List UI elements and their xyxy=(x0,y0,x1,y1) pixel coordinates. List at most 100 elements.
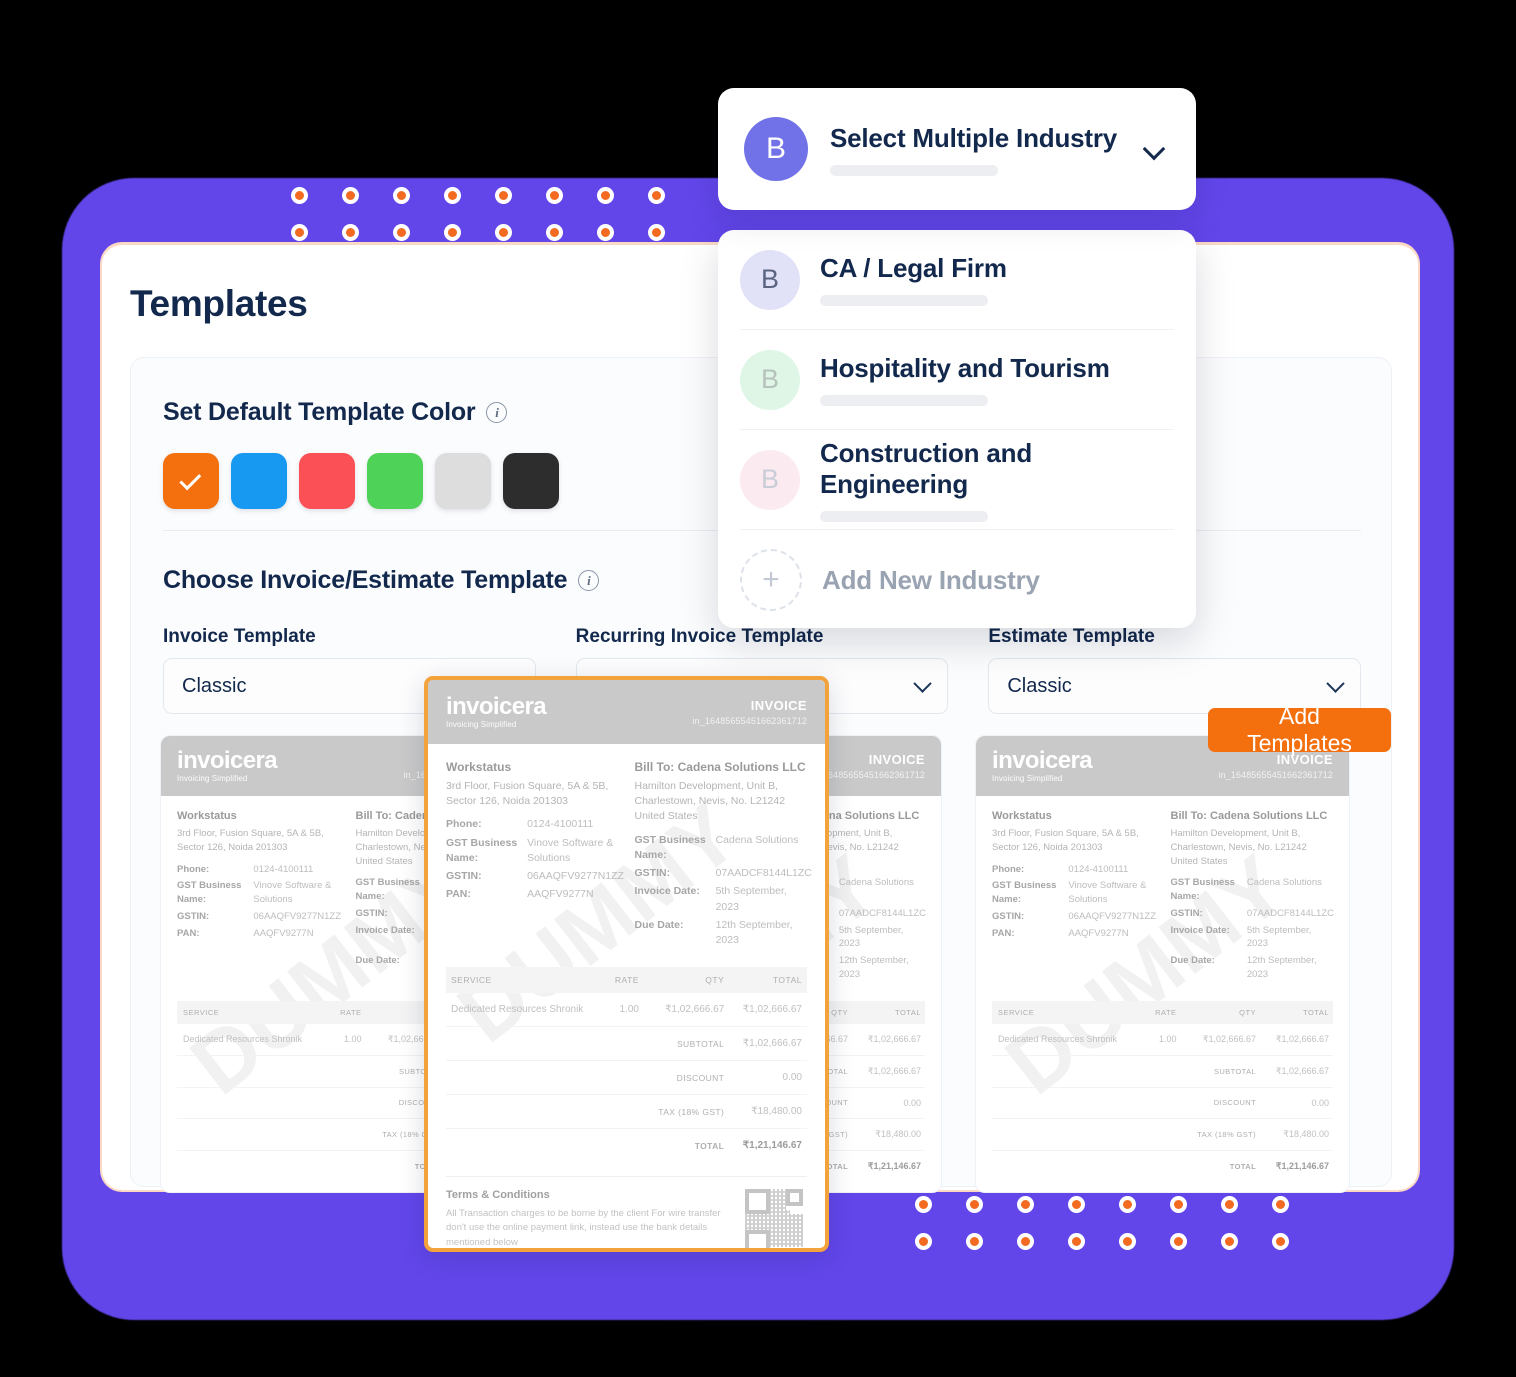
industry-avatar: B xyxy=(740,349,800,410)
decorative-dot xyxy=(546,224,563,241)
industry-option[interactable]: B CA / Legal Firm xyxy=(740,230,1174,330)
chevron-down-icon[interactable] xyxy=(913,674,933,693)
invoice-service-name: Dedicated Resources Shronik xyxy=(177,1023,331,1056)
invoice-detail-key: GST Business Name: xyxy=(1170,877,1235,903)
color-section-label: Set Default Template Color xyxy=(163,398,476,426)
invoice-total-label: SUBTOTAL xyxy=(1180,1055,1261,1088)
invoice-total-value: 0.00 xyxy=(729,1060,807,1096)
invoice-services-table: SERVICERATEQTYTOTALDedicated Resources S… xyxy=(992,1000,1333,1182)
invoice-detail-value: 0124-4100111 xyxy=(527,818,594,831)
invoice-detail-key: GST Business Name: xyxy=(355,877,420,903)
invoice-detail-key: GSTIN: xyxy=(1170,907,1203,919)
invoice-detail-row: PAN: AAQFV9277N xyxy=(177,927,340,941)
invoice-detail-row: Due Date: 12th September, 2023 xyxy=(1171,954,1334,982)
decorative-dot xyxy=(546,187,563,204)
invoice-detail-value: 12th September, 2023 xyxy=(838,955,909,980)
invoice-detail-value: Cadena Solutions xyxy=(1246,877,1322,889)
invoice-detail-row: Phone: 0124-4100111 xyxy=(992,863,1155,877)
decorative-dot xyxy=(1221,1233,1238,1250)
invoice-table-row: Dedicated Resources Shronik1.00₹1,02,666… xyxy=(446,993,807,1028)
to-party-address: Hamilton Development, Unit B, Charlestow… xyxy=(634,780,786,823)
invoice-detail-value: 5th September, 2023 xyxy=(1246,924,1312,950)
invoice-body: DUMMYWorkstatus3rd Floor, Fusion Square,… xyxy=(976,796,1349,1192)
invoice-table-row: Dedicated Resources Shronik1.00₹1,02,666… xyxy=(992,1023,1333,1056)
decorative-dot xyxy=(1221,1196,1238,1213)
invoice-detail-row: GST Business Name: Cadena Solutions xyxy=(635,833,808,863)
invoice-terms-text: Terms & Conditions All Transaction charge… xyxy=(446,1189,729,1248)
decorative-dot xyxy=(648,187,665,204)
invoice-detail-key: GSTIN: xyxy=(634,867,671,880)
invoice-total-row: TAX (18% GST)₹18,480.00 xyxy=(446,1094,807,1130)
invoice-detail-value: AAQFV9277N xyxy=(253,927,314,939)
color-swatch-blue[interactable] xyxy=(231,453,287,509)
color-swatch-row xyxy=(163,453,559,509)
invoice-doc-number: in_16485655451662361712 xyxy=(692,716,807,726)
invoice-detail-key: Invoice Date: xyxy=(355,924,415,936)
invoice-to-party: Bill To: Cadena Solutions LLC Hamilton De… xyxy=(634,760,812,951)
add-new-industry-option[interactable]: + Add New Industry xyxy=(740,530,1174,628)
decorative-dot xyxy=(291,224,308,241)
invoice-detail-key: GST Business Name: xyxy=(634,833,706,861)
decorative-dot xyxy=(444,224,461,241)
invoice-detail-key: Due Date: xyxy=(355,955,400,967)
industry-avatar: B xyxy=(744,117,808,181)
chevron-down-icon[interactable] xyxy=(1142,137,1166,161)
invoice-table-header: RATE xyxy=(1145,1000,1181,1024)
invoice-total-label: DISCOUNT xyxy=(1180,1087,1261,1119)
select-industry-dropdown-trigger[interactable]: B Select Multiple Industry xyxy=(718,88,1196,210)
color-swatch-green[interactable] xyxy=(367,453,423,509)
from-party-address: 3rd Floor, Fusion Square, 5A & 5B, Secto… xyxy=(992,828,1139,853)
info-icon[interactable]: i xyxy=(578,570,600,591)
invoice-service-name: Dedicated Resources Shronik xyxy=(446,993,606,1028)
industry-avatar: B xyxy=(740,449,800,510)
industry-option[interactable]: B Construction and Engineering xyxy=(740,430,1174,530)
decorative-dot xyxy=(966,1196,983,1213)
invoice-detail-row: GST Business Name: Cadena Solutions xyxy=(1171,876,1334,904)
logo-text: invoicera xyxy=(992,747,1093,774)
invoice-detail-value: AAQFV9277N xyxy=(1068,927,1129,939)
select-industry-title: Select Multiple Industry xyxy=(830,122,1118,153)
color-swatch-orange[interactable] xyxy=(163,453,219,509)
invoice-from-party: Workstatus 3rd Floor, Fusion Square, 5A &… xyxy=(177,810,342,985)
invoice-detail-row: Invoice Date: 5th September, 2023 xyxy=(635,884,808,914)
decorative-dot xyxy=(915,1196,932,1213)
invoice-detail-value: 06AAQFV9277N1ZZ xyxy=(253,910,342,922)
selected-invoice-template-preview[interactable]: invoicera Invoicing Simplified INVOICE in_1… xyxy=(424,676,829,1252)
from-party-address: 3rd Floor, Fusion Square, 5A & 5B, Secto… xyxy=(446,780,609,808)
color-swatch-red[interactable] xyxy=(299,453,355,509)
invoice-service-total: ₹1,02,666.67 xyxy=(729,993,807,1028)
add-templates-button[interactable]: Add Templates xyxy=(1208,703,1391,756)
info-icon[interactable]: i xyxy=(486,402,508,423)
screenshot-stage: Templates Set Default Template Color i C… xyxy=(0,0,1516,1377)
decorative-dot xyxy=(915,1233,932,1250)
logo-text: invoicera xyxy=(177,747,278,774)
invoice-detail-key: PAN: xyxy=(992,927,1015,939)
invoice-detail-key: PAN: xyxy=(177,927,200,939)
from-party-name: Workstatus xyxy=(446,760,512,774)
decorative-dot xyxy=(342,187,359,204)
invoice-service-qty: ₹1,02,666.67 xyxy=(643,993,730,1028)
invoice-detail-value: 5th September, 2023 xyxy=(715,885,787,913)
color-swatch-dark[interactable] xyxy=(503,453,559,509)
page-title: Templates xyxy=(130,283,308,324)
placeholder-bar xyxy=(820,295,988,306)
color-swatch-light-grey[interactable] xyxy=(435,453,491,509)
invoice-detail-value: 06AAQFV9277N1ZZ xyxy=(1068,910,1157,922)
decorative-dot xyxy=(1170,1196,1187,1213)
decorative-dot xyxy=(1017,1233,1034,1250)
template-field-label: Invoice Template xyxy=(163,626,316,647)
template-field-label: Estimate Template xyxy=(988,626,1155,647)
add-new-industry-text: Add New Industry xyxy=(822,565,1174,596)
invoice-total-value: ₹1,02,666.67 xyxy=(1260,1055,1333,1088)
to-party-name: Bill To: Cadena Solutions LLC xyxy=(1170,810,1328,822)
decorative-dot xyxy=(1272,1196,1289,1213)
invoice-total-value: ₹1,21,146.67 xyxy=(1275,1160,1329,1171)
template-section-label: Choose Invoice/Estimate Template xyxy=(163,566,568,594)
chevron-down-icon[interactable] xyxy=(1326,674,1345,693)
invoice-detail-value: 07AADCF8144L1ZC xyxy=(715,867,812,880)
invoice-total-label: TOTAL xyxy=(1229,1161,1257,1171)
invoice-detail-value: 0124-4100111 xyxy=(253,863,314,875)
invoice-table-header: QTY xyxy=(1180,1000,1261,1024)
estimate-template-preview[interactable]: invoicera Invoicing Simplified INVOICE in_1… xyxy=(975,735,1350,1193)
industry-option[interactable]: B Hospitality and Tourism xyxy=(740,330,1174,430)
